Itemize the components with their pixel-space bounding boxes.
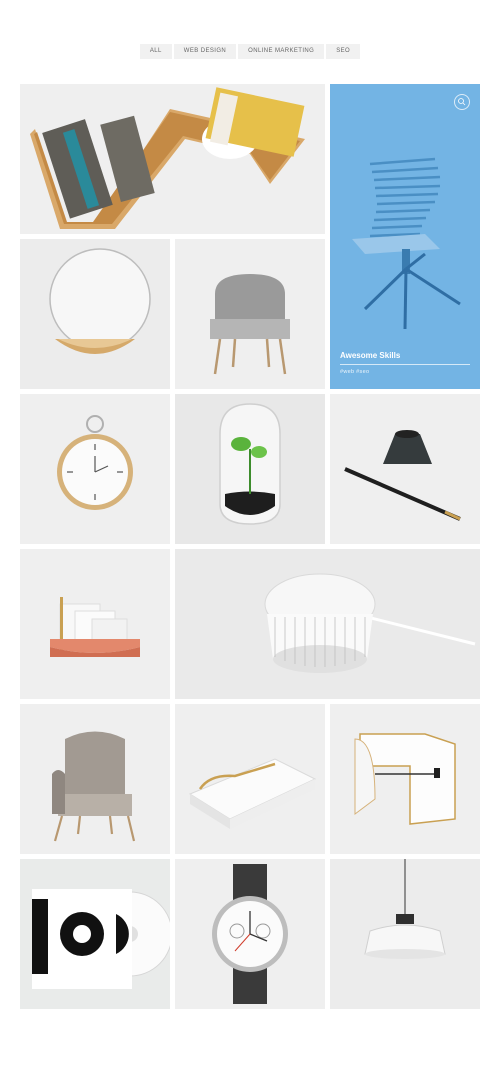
portfolio-item-letter-holder[interactable] <box>20 549 170 699</box>
portfolio-item-armchair[interactable] <box>20 704 170 854</box>
plant-terrarium-image <box>175 394 325 544</box>
filter-web-design[interactable]: WEB DESIGN <box>173 44 237 59</box>
portfolio-item-wrist-watch[interactable] <box>175 859 325 1009</box>
portfolio-item-lounge-chair[interactable] <box>175 239 325 389</box>
wrist-watch-image <box>175 859 325 1009</box>
portfolio-item-chair-skeleton[interactable]: Awesome Skills #web #seo <box>330 84 480 389</box>
portfolio-item-fan-lamp[interactable] <box>175 549 480 699</box>
fan-lamp-image <box>175 549 480 699</box>
portfolio-item-plant-terrarium[interactable] <box>175 394 325 544</box>
portfolio-item-mirror-shelf[interactable] <box>20 239 170 389</box>
letter-holder-image <box>20 549 170 699</box>
filter-all[interactable]: ALL <box>139 44 172 59</box>
portfolio-item-pen-holder[interactable] <box>330 394 480 544</box>
armchair-image <box>20 704 170 854</box>
portfolio-item-pendant-lamp[interactable] <box>330 859 480 1009</box>
portfolio-item-pocket-watch[interactable] <box>20 394 170 544</box>
portfolio-item-bookshelf[interactable] <box>20 84 325 234</box>
hover-caption: Awesome Skills #web #seo <box>340 351 470 375</box>
filter-seo[interactable]: SEO <box>326 44 361 59</box>
stool-image <box>330 704 480 854</box>
portfolio-item-stool[interactable] <box>330 704 480 854</box>
mirror-shelf-image <box>20 239 170 389</box>
pendant-lamp-image <box>330 859 480 1009</box>
chair-skeleton-image <box>330 84 480 389</box>
lounge-chair-image <box>175 239 325 389</box>
bookshelf-image <box>20 84 325 234</box>
portfolio-item-vinyl-record[interactable] <box>20 859 170 1009</box>
pocket-watch-image <box>20 394 170 544</box>
portfolio-filter-bar: ALL WEB DESIGN ONLINE MARKETING SEO <box>0 44 500 59</box>
portfolio-item-book-clip[interactable] <box>175 704 325 854</box>
pen-holder-image <box>330 394 480 544</box>
book-clip-image <box>175 704 325 854</box>
vinyl-record-image <box>20 859 170 1009</box>
caption-tags: #web #seo <box>340 369 370 375</box>
filter-online-marketing[interactable]: ONLINE MARKETING <box>238 44 325 59</box>
search-button[interactable] <box>454 94 470 110</box>
caption-title: Awesome Skills <box>340 351 470 365</box>
search-icon <box>458 98 466 106</box>
